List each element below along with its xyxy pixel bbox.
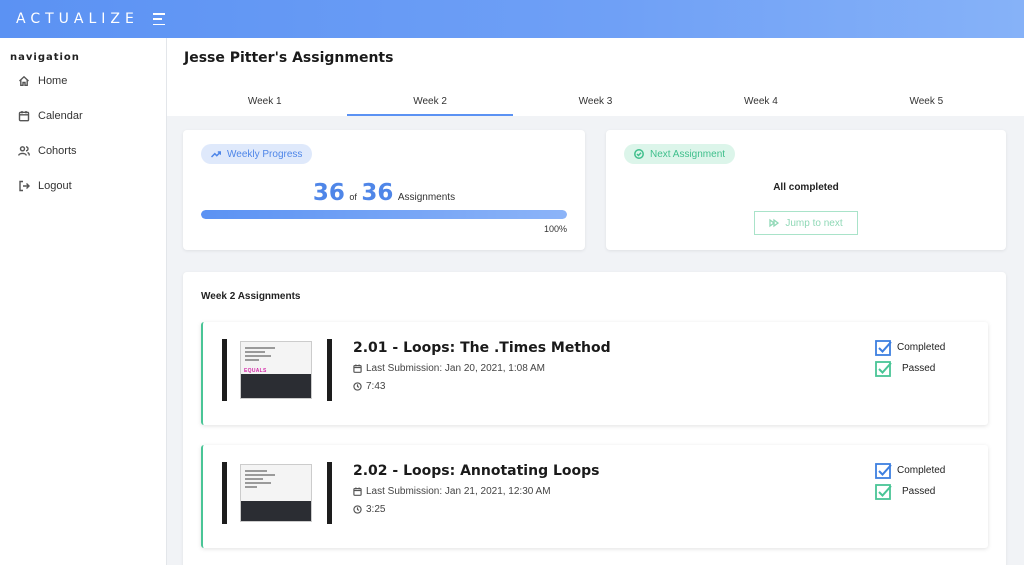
last-submission-text: Last Submission: Jan 20, 2021, 1:08 AM — [366, 363, 545, 374]
weekly-progress-badge: Weekly Progress — [201, 144, 313, 164]
passed-status: Passed — [875, 483, 935, 500]
clock-icon — [353, 382, 362, 391]
sidebar: navigation Home Calendar Cohorts Logout — [0, 38, 167, 565]
jump-to-next-button[interactable]: Jump to next — [754, 211, 858, 235]
assignment-title[interactable]: 2.02 - Loops: Annotating Loops — [353, 463, 599, 479]
tab-week-4[interactable]: Week 4 — [678, 88, 843, 116]
calendar-icon — [353, 364, 362, 373]
tab-week-5[interactable]: Week 5 — [844, 88, 1009, 116]
main-content: Jesse Pitter's Assignments Week 1 Week 2… — [167, 38, 1024, 565]
assignments-label: Assignments — [397, 192, 456, 203]
checkbox-checked-icon — [875, 483, 892, 500]
video-thumbnail[interactable]: EQUALS — [222, 339, 332, 401]
calendar-icon — [18, 110, 30, 121]
assignment-item[interactable]: 2.02 - Loops: Annotating Loops Last Subm… — [201, 445, 988, 548]
duration-text: 3:25 — [366, 504, 386, 515]
assignments-list-title: Week 2 Assignments — [201, 291, 301, 302]
assignments-list-card: Week 2 Assignments EQUALS 2.01 - Loops: … — [183, 272, 1006, 565]
sidebar-item-label: Home — [38, 74, 68, 87]
sidebar-item-cohorts[interactable]: Cohorts — [0, 133, 166, 168]
duration-text: 7:43 — [366, 381, 386, 392]
sidebar-item-calendar[interactable]: Calendar — [0, 98, 166, 133]
progress-bar — [201, 210, 567, 219]
next-assignment-status: All completed — [773, 182, 839, 193]
checkbox-checked-icon — [875, 462, 892, 479]
home-icon — [19, 75, 29, 86]
last-submission: Last Submission: Jan 20, 2021, 1:08 AM — [353, 363, 545, 374]
video-duration: 3:25 — [353, 504, 385, 515]
checkbox-checked-icon — [875, 339, 892, 356]
passed-label: Passed — [902, 486, 936, 497]
sidebar-item-label: Calendar — [38, 109, 83, 122]
brand-logo[interactable]: ACTUALIZE — [16, 11, 139, 27]
sidebar-item-label: Cohorts — [38, 144, 77, 157]
progress-bar-fill — [201, 210, 567, 219]
last-submission-text: Last Submission: Jan 21, 2021, 12:30 AM — [366, 486, 551, 497]
completed-status: Completed — [875, 462, 945, 479]
page-header: Jesse Pitter's Assignments Week 1 Week 2… — [167, 38, 1024, 116]
completed-label: Completed — [897, 465, 946, 476]
next-assignment-label: Next Assignment — [650, 148, 726, 160]
jump-to-next-label: Jump to next — [785, 217, 843, 229]
users-icon — [18, 145, 30, 156]
assignment-title[interactable]: 2.01 - Loops: The .Times Method — [353, 340, 611, 356]
completed-label: Completed — [897, 342, 946, 353]
next-assignment-badge: Next Assignment — [624, 144, 736, 164]
fast-forward-icon — [769, 218, 780, 228]
weekly-progress-card: Weekly Progress 36 of 36 Assignments 100… — [183, 130, 585, 250]
assignment-count: 36 of 36 Assignments — [183, 180, 585, 206]
sidebar-item-label: Logout — [38, 179, 72, 192]
passed-status: Passed — [875, 360, 935, 377]
check-circle-icon — [634, 149, 644, 159]
weekly-progress-label: Weekly Progress — [227, 148, 303, 160]
top-bar: ACTUALIZE — [0, 0, 1024, 38]
tab-week-2[interactable]: Week 2 — [347, 88, 514, 116]
tab-week-3[interactable]: Week 3 — [513, 88, 678, 116]
sidebar-item-home[interactable]: Home — [0, 63, 166, 98]
of-label: of — [349, 192, 357, 202]
logout-icon — [19, 180, 30, 191]
trending-up-icon — [211, 151, 221, 158]
tab-week-1[interactable]: Week 1 — [182, 88, 347, 116]
checkbox-checked-icon — [875, 360, 892, 377]
calendar-icon — [353, 487, 362, 496]
sidebar-item-logout[interactable]: Logout — [0, 168, 166, 203]
sidebar-title: navigation — [10, 52, 80, 63]
progress-percent: 100% — [543, 224, 567, 234]
video-duration: 7:43 — [353, 381, 385, 392]
video-thumbnail[interactable] — [222, 462, 332, 524]
assignment-item[interactable]: EQUALS 2.01 - Loops: The .Times Method L… — [201, 322, 988, 425]
page-title: Jesse Pitter's Assignments — [184, 50, 394, 66]
next-assignment-card: Next Assignment All completed Jump to ne… — [606, 130, 1006, 250]
menu-icon[interactable] — [152, 13, 167, 25]
last-submission: Last Submission: Jan 21, 2021, 12:30 AM — [353, 486, 551, 497]
passed-label: Passed — [902, 363, 936, 374]
total-count: 36 — [361, 180, 394, 206]
completed-count: 36 — [312, 180, 345, 206]
clock-icon — [353, 505, 362, 514]
week-tabs: Week 1 Week 2 Week 3 Week 4 Week 5 — [182, 88, 1009, 116]
completed-status: Completed — [875, 339, 945, 356]
